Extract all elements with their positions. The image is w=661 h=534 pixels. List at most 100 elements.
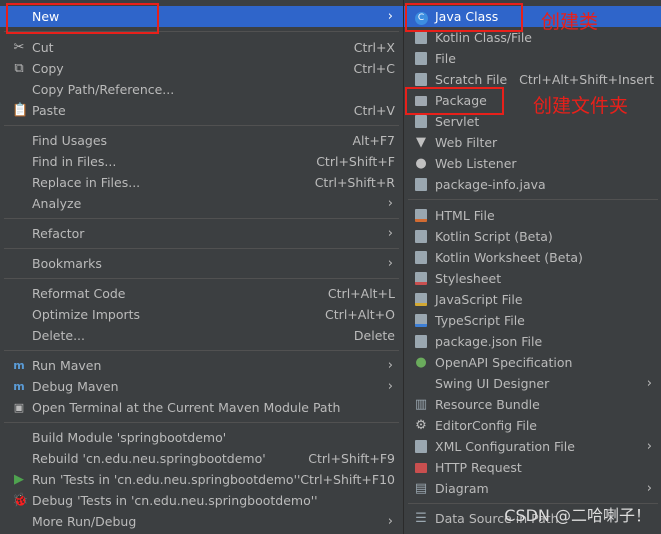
shortcut: Ctrl+Shift+F10 bbox=[300, 472, 395, 487]
highlight-box-package bbox=[405, 87, 504, 115]
api-icon bbox=[414, 461, 428, 475]
js-file-icon bbox=[414, 293, 428, 307]
menu-item-cut[interactable]: ✂ Cut Ctrl+X bbox=[0, 37, 403, 58]
annotation-create-folder: 创建文件夹 bbox=[533, 95, 629, 117]
new-submenu: C Java Class Kotlin Class/File File Scra… bbox=[403, 0, 661, 534]
watermark: CSDN @二哈喇子！ bbox=[504, 506, 651, 525]
terminal-icon: ▣ bbox=[13, 401, 25, 414]
submenu-item-resource-bundle[interactable]: ▥ Resource Bundle bbox=[404, 394, 661, 415]
menu-item-label: Rebuild 'cn.edu.neu.springbootdemo' bbox=[32, 451, 266, 466]
menu-item-bookmarks[interactable]: Bookmarks › bbox=[0, 253, 403, 274]
menu-item-rebuild[interactable]: Rebuild 'cn.edu.neu.springbootdemo' Ctrl… bbox=[0, 448, 403, 469]
menu-item-find-in-files[interactable]: Find in Files... Ctrl+Shift+F bbox=[0, 151, 403, 172]
submenu-item-http-request[interactable]: HTTP Request bbox=[404, 457, 661, 478]
submenu-item-web-filter[interactable]: ▼ Web Filter bbox=[404, 132, 661, 153]
submenu-item-xml-configuration[interactable]: XML Configuration File › bbox=[404, 436, 661, 457]
menu-item-reformat[interactable]: Reformat Code Ctrl+Alt+L bbox=[0, 283, 403, 304]
shortcut: Ctrl+Alt+Shift+Insert bbox=[519, 72, 654, 87]
shortcut: Delete bbox=[353, 328, 395, 343]
maven-debug-icon: m bbox=[13, 380, 25, 393]
menu-item-analyze[interactable]: Analyze › bbox=[0, 193, 403, 214]
paste-icon: 📋 bbox=[12, 103, 29, 118]
menu-item-open-terminal[interactable]: ▣ Open Terminal at the Current Maven Mod… bbox=[0, 397, 403, 418]
submenu-item-swing-ui-designer[interactable]: Swing UI Designer › bbox=[404, 373, 661, 394]
menu-item-label: Bookmarks bbox=[32, 256, 102, 271]
database-icon: ☰ bbox=[415, 511, 427, 526]
menu-item-refactor[interactable]: Refactor › bbox=[0, 223, 403, 244]
json-file-icon bbox=[414, 335, 428, 349]
submenu-item-openapi[interactable]: ● OpenAPI Specification bbox=[404, 352, 661, 373]
menu-item-label: Debug 'Tests in 'cn.edu.neu.springbootde… bbox=[32, 493, 318, 508]
submenu-item-label: package.json File bbox=[435, 334, 543, 349]
submenu-arrow-icon: › bbox=[646, 481, 652, 496]
submenu-item-label: EditorConfig File bbox=[435, 418, 537, 433]
submenu-item-typescript-file[interactable]: TypeScript File bbox=[404, 310, 661, 331]
menu-item-label: Refactor bbox=[32, 226, 85, 241]
copy-icon: ⧉ bbox=[14, 61, 24, 76]
filter-icon: ▼ bbox=[416, 135, 426, 150]
diagram-icon: ▤ bbox=[414, 481, 428, 496]
menu-item-find-usages[interactable]: Find Usages Alt+F7 bbox=[0, 130, 403, 151]
submenu-item-javascript-file[interactable]: JavaScript File bbox=[404, 289, 661, 310]
menu-item-debug-tests[interactable]: 🐞 Debug 'Tests in 'cn.edu.neu.springboot… bbox=[0, 490, 403, 511]
submenu-item-editorconfig[interactable]: ⚙ EditorConfig File bbox=[404, 415, 661, 436]
menu-item-paste[interactable]: 📋 Paste Ctrl+V bbox=[0, 100, 403, 121]
submenu-arrow-icon: › bbox=[646, 439, 652, 454]
shortcut: Ctrl+V bbox=[353, 103, 395, 118]
separator bbox=[4, 125, 399, 126]
menu-item-label: Copy Path/Reference... bbox=[32, 82, 175, 97]
highlight-box-java-class bbox=[405, 3, 523, 32]
submenu-item-web-listener[interactable]: ● Web Listener bbox=[404, 153, 661, 174]
menu-item-label: Cut bbox=[32, 40, 54, 55]
menu-item-replace-in-files[interactable]: Replace in Files... Ctrl+Shift+R bbox=[0, 172, 403, 193]
menu-item-delete[interactable]: Delete... Delete bbox=[0, 325, 403, 346]
submenu-item-package-info[interactable]: package-info.java bbox=[404, 174, 661, 195]
menu-item-more-run-debug[interactable]: More Run/Debug › bbox=[0, 511, 403, 532]
java-file-icon bbox=[414, 178, 428, 192]
submenu-item-label: package-info.java bbox=[435, 177, 546, 192]
separator bbox=[4, 218, 399, 219]
menu-item-label: Debug Maven bbox=[32, 379, 119, 394]
submenu-item-kotlin-script[interactable]: Kotlin Script (Beta) bbox=[404, 226, 661, 247]
debug-icon: 🐞 bbox=[12, 493, 29, 508]
submenu-item-stylesheet[interactable]: Stylesheet bbox=[404, 268, 661, 289]
submenu-item-label: HTML File bbox=[435, 208, 495, 223]
submenu-item-label: TypeScript File bbox=[435, 313, 525, 328]
submenu-item-file[interactable]: File bbox=[404, 48, 661, 69]
menu-item-copy-path[interactable]: Copy Path/Reference... bbox=[0, 79, 403, 100]
menu-item-run-maven[interactable]: m Run Maven › bbox=[0, 355, 403, 376]
submenu-item-label: XML Configuration File bbox=[435, 439, 575, 454]
submenu-item-html-file[interactable]: HTML File bbox=[404, 205, 661, 226]
submenu-arrow-icon: › bbox=[387, 9, 393, 24]
menu-item-copy[interactable]: ⧉ Copy Ctrl+C bbox=[0, 58, 403, 79]
maven-run-icon: m bbox=[13, 359, 25, 372]
menu-item-optimize-imports[interactable]: Optimize Imports Ctrl+Alt+O bbox=[0, 304, 403, 325]
openapi-icon: ● bbox=[415, 355, 427, 370]
separator bbox=[4, 248, 399, 249]
menu-item-label: Replace in Files... bbox=[32, 175, 141, 190]
shortcut: Ctrl+Shift+R bbox=[314, 175, 395, 190]
submenu-arrow-icon: › bbox=[387, 379, 393, 394]
xml-file-icon bbox=[414, 440, 428, 454]
submenu-item-package-json[interactable]: package.json File bbox=[404, 331, 661, 352]
menu-item-run-tests[interactable]: ▶ Run 'Tests in 'cn.edu.neu.springbootde… bbox=[0, 469, 403, 490]
submenu-item-label: OpenAPI Specification bbox=[435, 355, 573, 370]
submenu-item-kotlin-worksheet[interactable]: Kotlin Worksheet (Beta) bbox=[404, 247, 661, 268]
submenu-item-label: Diagram bbox=[435, 481, 489, 496]
menu-item-label: Copy bbox=[32, 61, 64, 76]
css-file-icon bbox=[414, 272, 428, 286]
scissors-icon: ✂ bbox=[13, 40, 25, 55]
menu-item-label: Run 'Tests in 'cn.edu.neu.springbootdemo… bbox=[32, 472, 301, 487]
submenu-item-label: JavaScript File bbox=[435, 292, 523, 307]
context-menu: New › ✂ Cut Ctrl+X ⧉ Copy Ctrl+C Copy Pa… bbox=[0, 0, 403, 534]
submenu-item-label: Swing UI Designer bbox=[435, 376, 550, 391]
menu-item-build-module[interactable]: Build Module 'springbootdemo' bbox=[0, 427, 403, 448]
submenu-item-diagram[interactable]: ▤ Diagram › bbox=[404, 478, 661, 499]
shortcut: Ctrl+Alt+L bbox=[327, 286, 395, 301]
menu-item-debug-maven[interactable]: m Debug Maven › bbox=[0, 376, 403, 397]
menu-item-label: Delete... bbox=[32, 328, 85, 343]
ts-file-icon bbox=[414, 314, 428, 328]
separator bbox=[4, 422, 399, 423]
submenu-arrow-icon: › bbox=[387, 514, 393, 529]
menu-item-label: Find Usages bbox=[32, 133, 108, 148]
